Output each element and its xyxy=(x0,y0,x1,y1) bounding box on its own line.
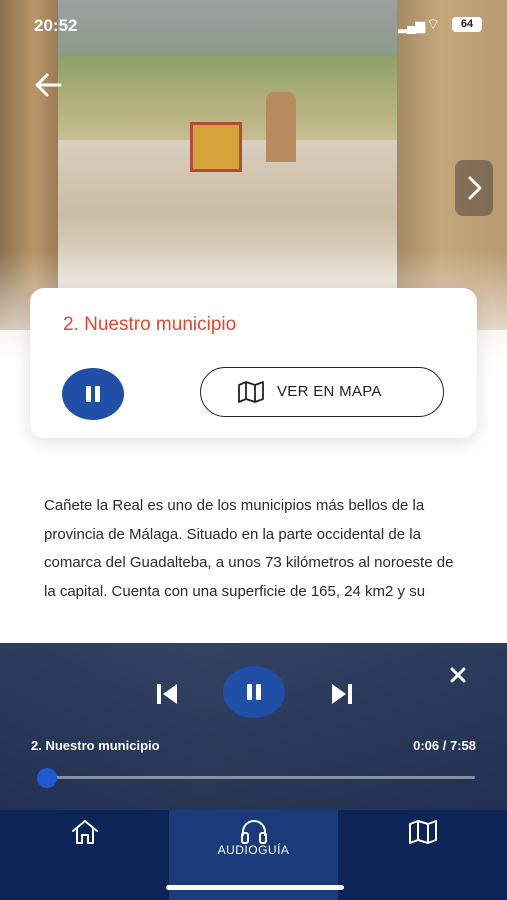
previous-track-button[interactable] xyxy=(155,682,179,706)
home-icon xyxy=(71,820,98,844)
chevron-right-icon xyxy=(468,176,482,200)
next-image-button[interactable] xyxy=(455,160,493,216)
map-icon xyxy=(238,381,264,403)
stop-title: 2. Nuestro municipio xyxy=(63,314,237,335)
progress-slider[interactable] xyxy=(36,768,475,788)
tab-audioguia-label: AUDIOGUÍA xyxy=(217,843,290,857)
signal-icon: ▂▄▆ xyxy=(398,18,425,33)
arrow-left-icon xyxy=(35,73,62,97)
skip-next-icon xyxy=(332,684,352,704)
back-button[interactable] xyxy=(30,68,68,102)
home-indicator xyxy=(166,885,344,890)
stop-card: 2. Nuestro municipio VER EN MAPA xyxy=(30,288,477,438)
description-text: Cañete la Real es uno de los municipios … xyxy=(44,497,454,600)
view-on-map-label: VER EN MAPA xyxy=(277,383,382,400)
close-icon xyxy=(450,667,466,683)
tab-map[interactable] xyxy=(338,810,507,900)
player-time: 0:06 / 7:58 xyxy=(413,738,476,753)
hero-tower xyxy=(266,92,296,162)
close-player-button[interactable] xyxy=(447,664,469,686)
wifi-icon: ⌔ xyxy=(426,16,441,33)
status-bar: 20:52 ▂▄▆ ⌔ 64 xyxy=(0,0,507,50)
status-time: 20:52 xyxy=(34,16,78,35)
battery-icon: 64 xyxy=(452,17,482,32)
skip-previous-icon xyxy=(157,684,177,704)
player-pause-button[interactable] xyxy=(223,666,285,718)
view-on-map-button[interactable]: VER EN MAPA xyxy=(200,367,444,417)
hero-church xyxy=(190,122,242,172)
card-pause-button[interactable] xyxy=(62,368,124,420)
next-track-button[interactable] xyxy=(330,682,354,706)
map-icon xyxy=(408,820,437,844)
player-track-title: 2. Nuestro municipio xyxy=(31,738,160,753)
audio-player: 2. Nuestro municipio 0:06 / 7:58 xyxy=(0,643,507,810)
tab-home[interactable] xyxy=(0,810,169,900)
progress-knob[interactable] xyxy=(36,768,57,788)
